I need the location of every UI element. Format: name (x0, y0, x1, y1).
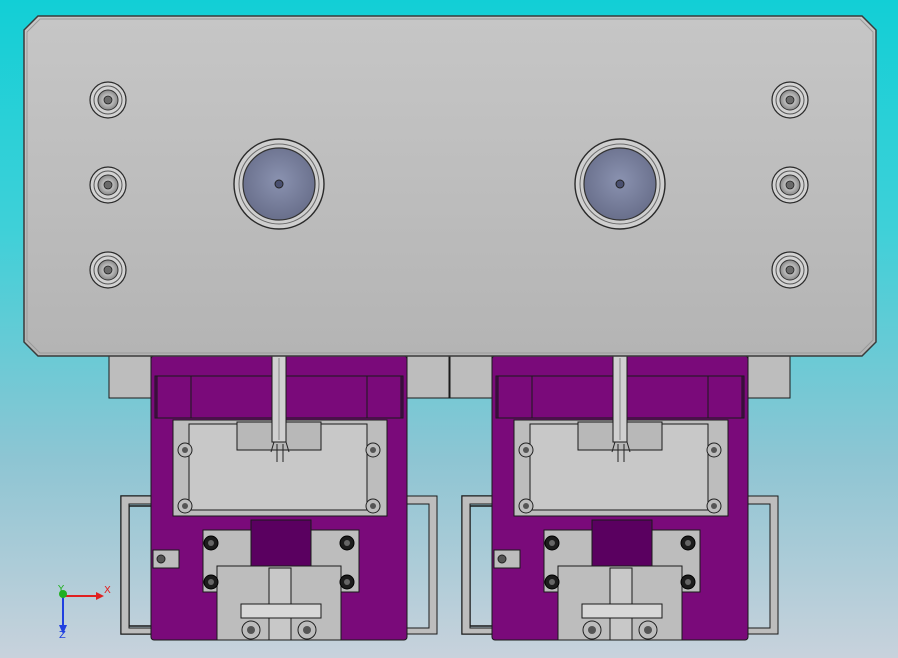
clamp-screw-socket (685, 540, 691, 546)
screw-socket (103, 265, 113, 275)
side-block-left (108, 355, 152, 399)
screw-socket (785, 180, 795, 190)
frame-bolt-socket (523, 447, 529, 453)
y-axis-label: Y (57, 584, 65, 595)
screw-socket (103, 95, 113, 105)
cad-model-svg[interactable]: X Y Z (0, 0, 898, 658)
frame-bolt-socket (523, 503, 529, 509)
coordinate-triad: X Y Z (57, 584, 111, 641)
side-tab-hole (156, 554, 166, 564)
side-block-right (747, 355, 791, 399)
bore-center-hole (615, 179, 625, 189)
base-bolt-socket (588, 626, 596, 634)
x-arrowhead-icon (96, 592, 104, 600)
left-fixture-module[interactable] (108, 355, 450, 641)
clamp-recess (591, 519, 653, 571)
clamp-bar (240, 603, 322, 619)
handle-left-bar (461, 495, 493, 635)
clamp-recess (250, 519, 312, 571)
screw-socket (103, 180, 113, 190)
screw-socket (785, 95, 795, 105)
frame-bolt-socket (711, 503, 717, 509)
clamp-screw-socket (344, 579, 350, 585)
clamp-screw-socket (685, 579, 691, 585)
rail-block-right (366, 375, 402, 419)
x-axis-label: X (104, 585, 111, 596)
rail-block-right (707, 375, 743, 419)
clamp-screw-socket (208, 579, 214, 585)
base-bolt-socket (644, 626, 652, 634)
cad-viewport[interactable]: X Y Z (0, 0, 898, 658)
frame-bolt-socket (370, 447, 376, 453)
right-fixture-module[interactable] (449, 355, 791, 641)
handle-left-bar (120, 495, 152, 635)
frame-bolt-socket (711, 447, 717, 453)
base-bolt-socket (247, 626, 255, 634)
side-block-left (449, 355, 493, 399)
top-plate[interactable] (23, 15, 877, 357)
frame-bolt-socket (182, 503, 188, 509)
handle-right-bar (747, 495, 779, 635)
handle-right-bar (406, 495, 438, 635)
clamp-bar (581, 603, 663, 619)
clamp-screw-socket (549, 540, 555, 546)
frame-bolt-socket (182, 447, 188, 453)
rail-block-left (156, 375, 192, 419)
side-block-right (406, 355, 450, 399)
clamp-screw-socket (344, 540, 350, 546)
clamp-screw-socket (208, 540, 214, 546)
side-tab-hole (497, 554, 507, 564)
base-bolt-socket (303, 626, 311, 634)
z-axis-label: Z (59, 630, 66, 641)
bore-center-hole (274, 179, 284, 189)
rail-block-left (497, 375, 533, 419)
screw-socket (785, 265, 795, 275)
clamp-screw-socket (549, 579, 555, 585)
frame-bolt-socket (370, 503, 376, 509)
